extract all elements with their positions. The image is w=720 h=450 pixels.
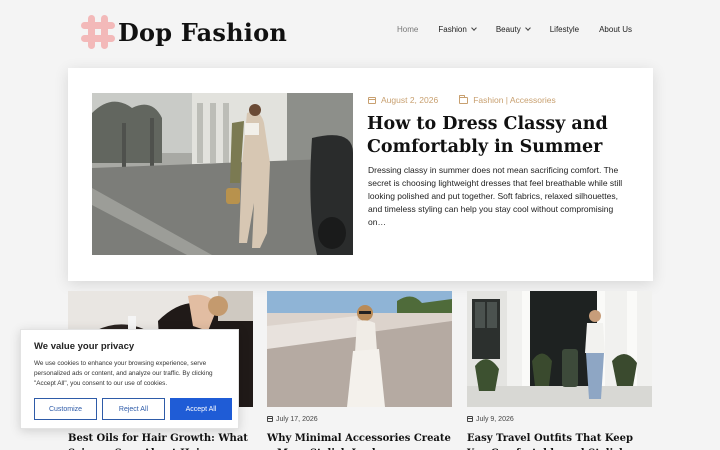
nav-item-beauty[interactable]: Beauty	[496, 25, 531, 34]
nav-item-fashion[interactable]: Fashion	[438, 25, 477, 34]
cookie-banner-actions: Customize Reject All Accept All	[34, 398, 232, 420]
post-card-title[interactable]: Why Minimal Accessories Create a More St…	[267, 431, 452, 450]
chevron-down-icon	[470, 25, 477, 31]
featured-post-title[interactable]: How to Dress Classy and Comfortably in S…	[367, 113, 637, 159]
cookie-banner-text: We use cookies to enhance your browsing …	[34, 360, 213, 387]
post-card-image[interactable]	[467, 291, 652, 407]
post-card: July 17, 2026 Why Minimal Accessories Cr…	[267, 291, 452, 450]
featured-post: August 2, 2026 Fashion | Accessories How…	[68, 68, 653, 281]
customize-button[interactable]: Customize	[34, 398, 97, 420]
featured-post-meta: August 2, 2026 Fashion | Accessories	[368, 94, 556, 105]
site-logo[interactable]: Dop Fashion	[80, 14, 287, 50]
calendar-icon	[368, 96, 376, 104]
post-card-title[interactable]: Best Oils for Hair Growth: What Science …	[68, 431, 253, 450]
featured-post-excerpt: Dressing classy in summer does not mean …	[368, 165, 623, 227]
calendar-icon	[467, 416, 473, 422]
nav-item-about-us[interactable]: About Us	[599, 25, 632, 34]
cookie-banner-title: We value your privacy	[34, 341, 135, 352]
reject-all-button[interactable]: Reject All	[102, 398, 165, 420]
featured-post-image[interactable]	[92, 93, 353, 255]
post-date: August 2, 2026	[368, 95, 438, 105]
post-date: July 17, 2026	[267, 414, 452, 424]
chevron-down-icon	[524, 25, 531, 31]
site-header: Dop Fashion Home Fashion Beauty Lifestyl…	[0, 0, 720, 66]
post-date: July 9, 2026	[467, 414, 652, 424]
site-name: Dop Fashion	[118, 17, 287, 47]
folder-icon	[459, 94, 469, 104]
accept-all-button[interactable]: Accept All	[170, 398, 232, 420]
nav-item-lifestyle[interactable]: Lifestyle	[550, 25, 579, 34]
main-nav: Home Fashion Beauty Lifestyle About Us	[397, 25, 632, 34]
post-category[interactable]: Fashion | Accessories	[459, 94, 556, 105]
post-card-title[interactable]: Easy Travel Outfits That Keep You Comfor…	[467, 431, 652, 450]
post-card-image[interactable]	[267, 291, 452, 407]
cookie-consent-banner: We value your privacy We use cookies to …	[20, 329, 239, 429]
calendar-icon	[267, 416, 273, 422]
nav-item-home[interactable]: Home	[397, 25, 418, 34]
post-card: July 9, 2026 Easy Travel Outfits That Ke…	[467, 291, 652, 450]
logo-mark-icon	[80, 14, 116, 50]
